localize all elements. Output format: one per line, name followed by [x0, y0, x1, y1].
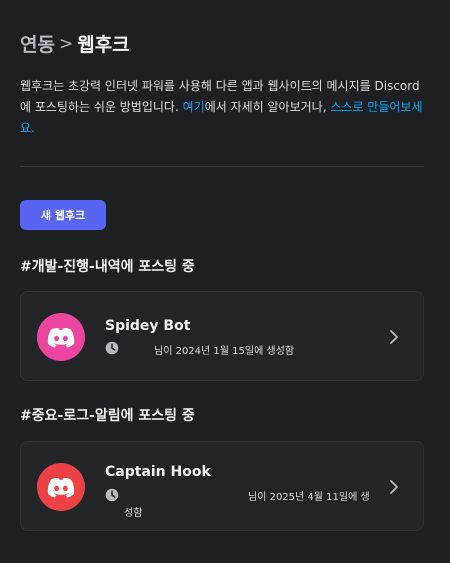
clock-icon: [105, 488, 119, 502]
page-title: 웹후크: [77, 34, 130, 56]
created-info: 님이 2024년 1월 15일에 생성함: [154, 346, 295, 357]
discord-logo-icon: [37, 313, 85, 361]
created-info-continued: 성함: [124, 508, 143, 519]
divider: [20, 166, 424, 167]
breadcrumb: 연동 > 웹후크: [20, 30, 130, 57]
webhooks-description: 웹후크는 초강력 인터넷 파워를 사용해 다른 앱과 웹사이트의 메시지를 Di…: [20, 76, 430, 139]
chevron-right-icon: [390, 330, 398, 344]
description-text-middle: 에서 자세히 알아보거나,: [204, 100, 331, 114]
webhook-name: Captain Hook: [105, 464, 211, 480]
discord-logo-icon: [37, 463, 85, 511]
webhooks-page: 연동 > 웹후크 웹후크는 초강력 인터넷 파워를 사용해 다른 앱과 웹사이트…: [0, 0, 450, 563]
section-title-channel-1: #개발-진행-내역에 포스팅 중: [20, 259, 195, 275]
webhook-card[interactable]: Spidey Bot 님이 2024년 1월 15일에 생성함: [20, 291, 424, 381]
section-title-channel-2: #중요-로그-알림에 포스팅 중: [20, 408, 195, 424]
webhook-name: Spidey Bot: [105, 318, 191, 334]
webhook-card[interactable]: Captain Hook 님이 2025년 4월 11일에 생 성함: [20, 441, 424, 531]
breadcrumb-parent[interactable]: 연동: [20, 30, 55, 57]
new-webhook-button[interactable]: 새 웹후크: [20, 200, 106, 230]
learn-more-link[interactable]: 여기: [183, 100, 205, 114]
clock-icon: [105, 341, 119, 355]
created-info: 님이 2025년 4월 11일에 생: [248, 492, 370, 503]
breadcrumb-separator: >: [58, 33, 74, 54]
chevron-right-icon: [390, 480, 398, 494]
